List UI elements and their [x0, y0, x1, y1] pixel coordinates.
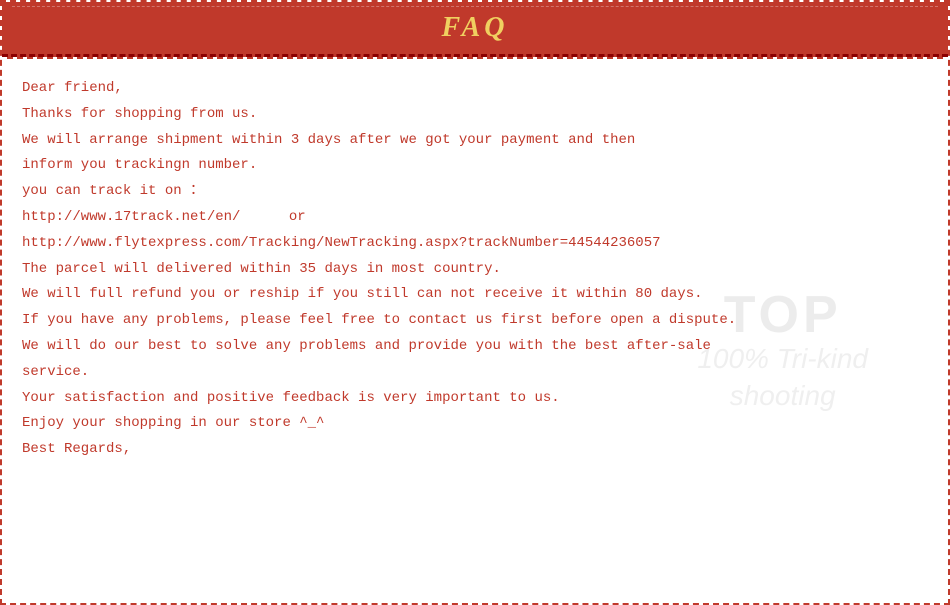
faq-title: FAQ — [441, 12, 508, 43]
line-9: We will full refund you or reship if you… — [22, 283, 928, 307]
line-5: you can track it on ： — [22, 180, 928, 204]
line-15: Best Regards, — [22, 438, 928, 462]
line-10: If you have any problems, please feel fr… — [22, 309, 928, 333]
or-text: or — [289, 209, 306, 225]
line-7: http://www.flytexpress.com/Tracking/NewT… — [22, 232, 928, 256]
line-14: Enjoy your shopping in our store ^_^ — [22, 412, 928, 436]
line-6: http://www.17track.net/en/ or — [22, 206, 928, 230]
line-13: Your satisfaction and positive feedback … — [22, 387, 928, 411]
line-1: Dear friend, — [22, 77, 928, 101]
line-11: We will do our best to solve any problem… — [22, 335, 928, 359]
line-3: We will arrange shipment within 3 days a… — [22, 129, 928, 153]
faq-content: Dear friend, Thanks for shopping from us… — [2, 59, 948, 474]
line-12: service. — [22, 361, 928, 385]
page-wrapper: FAQ Dear friend, Thanks for shopping fro… — [0, 0, 950, 605]
tracking-url-1: http://www.17track.net/en/ — [22, 209, 240, 225]
line-8: The parcel will delivered within 35 days… — [22, 258, 928, 282]
line-2: Thanks for shopping from us. — [22, 103, 928, 127]
faq-header: FAQ — [2, 2, 948, 57]
line-4: inform you trackingn number. — [22, 154, 928, 178]
